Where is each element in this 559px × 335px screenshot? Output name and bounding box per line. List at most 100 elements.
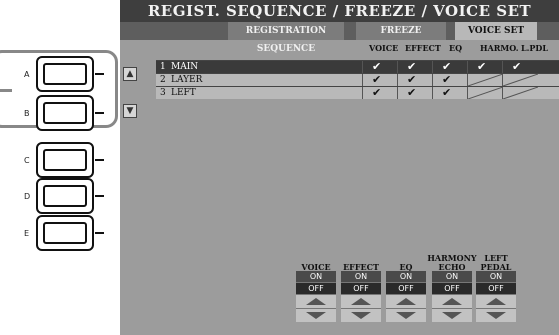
panel-button-letter: A: [24, 70, 30, 79]
triangle-down-icon: [442, 312, 462, 319]
tab-voice-set[interactable]: VOICE SET: [455, 22, 537, 40]
triangle-up-icon: [486, 298, 506, 305]
check-cell[interactable]: ✔: [397, 87, 432, 99]
row-name: LEFT: [171, 88, 196, 98]
triangle-up-icon: [396, 298, 416, 305]
check-cell[interactable]: ✔: [432, 74, 467, 86]
panel-button-letter: D: [24, 192, 31, 201]
row-number: 1: [160, 62, 166, 72]
off-option[interactable]: OFF: [296, 282, 336, 294]
list-row[interactable]: 3 LEFT ✔ ✔ ✔: [156, 86, 559, 99]
checkmark-icon: ✔: [442, 86, 452, 99]
check-cell[interactable]: ✔: [397, 61, 432, 73]
checkmark-icon: ✔: [407, 73, 417, 86]
off-option[interactable]: OFF: [386, 282, 426, 294]
off-option[interactable]: OFF: [432, 282, 472, 294]
checkmark-icon: ✔: [512, 60, 522, 73]
list-row[interactable]: 2 LAYER ✔ ✔ ✔: [156, 73, 559, 86]
checkmark-icon: ✔: [407, 60, 417, 73]
check-cell[interactable]: [502, 74, 538, 86]
increment-button[interactable]: [341, 294, 381, 308]
decrement-button[interactable]: [296, 308, 336, 322]
check-cell[interactable]: ✔: [467, 61, 502, 73]
checkmark-icon: ✔: [442, 73, 452, 86]
check-cell[interactable]: ✔: [362, 74, 397, 86]
triangle-up-icon: [351, 298, 371, 305]
triangle-down-icon: [396, 312, 416, 319]
panel-button-tick: [95, 195, 104, 197]
decrement-button[interactable]: [341, 308, 381, 322]
column-header-eq: EQ: [449, 43, 463, 53]
checkmark-icon: ✔: [407, 86, 417, 99]
list-row[interactable]: 1 MAIN ✔ ✔ ✔ ✔ ✔: [156, 60, 559, 73]
part-list: 1 MAIN ✔ ✔ ✔ ✔ ✔ 2 LAYER ✔ ✔ ✔ 3 LEFT ✔ ✔ ✔: [156, 60, 559, 99]
page-title: REGIST. SEQUENCE / FREEZE / VOICE SET: [120, 0, 559, 22]
cursor-up-button[interactable]: ▲: [123, 67, 137, 81]
checkmark-icon: ✔: [477, 60, 487, 73]
tab-freeze[interactable]: FREEZE: [356, 22, 446, 40]
decrement-button[interactable]: [386, 308, 426, 322]
decrement-button[interactable]: [476, 308, 516, 322]
control-label: LEFT PEDAL: [480, 253, 512, 272]
panel-button-letter: C: [24, 156, 30, 165]
triangle-up-icon: [306, 298, 326, 305]
increment-button[interactable]: [296, 294, 336, 308]
panel-button-letter: B: [24, 109, 30, 118]
triangle-up-icon: [442, 298, 462, 305]
check-cell[interactable]: ✔: [397, 74, 432, 86]
check-cell[interactable]: ✔: [502, 61, 537, 73]
row-number: 3: [160, 88, 166, 98]
panel-button-tick: [95, 73, 104, 75]
panel-button-c[interactable]: [36, 142, 104, 178]
check-cell[interactable]: [467, 87, 503, 99]
column-header-harmony: HARMO.: [480, 43, 519, 53]
row-name: LAYER: [171, 75, 203, 85]
checkmark-icon: ✔: [372, 86, 382, 99]
panel-button-b[interactable]: [36, 95, 104, 131]
check-cell[interactable]: ✔: [362, 87, 397, 99]
on-off-control[interactable]: ON OFF: [386, 271, 426, 322]
triangle-down-icon: [351, 312, 371, 319]
on-option[interactable]: ON: [341, 271, 381, 282]
on-option[interactable]: ON: [476, 271, 516, 282]
disabled-slash-icon: [503, 87, 538, 99]
panel-button-tick: [95, 159, 104, 161]
increment-button[interactable]: [432, 294, 472, 308]
panel-button-inner: [43, 149, 87, 171]
panel-button-d[interactable]: [36, 178, 104, 214]
decrement-button[interactable]: [432, 308, 472, 322]
panel-button-e[interactable]: [36, 215, 104, 251]
on-off-control[interactable]: ON OFF: [341, 271, 381, 322]
disabled-slash-icon: [468, 87, 503, 99]
check-cell[interactable]: ✔: [432, 61, 467, 73]
on-option[interactable]: ON: [432, 271, 472, 282]
check-cell[interactable]: ✔: [432, 87, 467, 99]
panel-button-inner: [43, 222, 87, 244]
panel-button-inner: [43, 102, 87, 124]
on-off-control[interactable]: ON OFF: [432, 271, 472, 322]
on-option[interactable]: ON: [296, 271, 336, 282]
checkmark-icon: ✔: [372, 73, 382, 86]
checkmark-icon: ✔: [372, 60, 382, 73]
tab-registration-sequence[interactable]: REGISTRATION SEQUENCE: [228, 22, 344, 54]
increment-button[interactable]: [476, 294, 516, 308]
on-off-control[interactable]: ON OFF: [476, 271, 516, 322]
checkmark-icon: ✔: [442, 60, 452, 73]
panel-button-a[interactable]: [36, 56, 104, 92]
panel-button-letter: E: [24, 229, 30, 238]
cursor-down-button[interactable]: ▼: [123, 104, 137, 118]
triangle-down-icon: [306, 312, 326, 319]
off-option[interactable]: OFF: [476, 282, 516, 294]
increment-button[interactable]: [386, 294, 426, 308]
on-off-control[interactable]: ON OFF: [296, 271, 336, 322]
panel-button-tick: [95, 232, 104, 234]
row-name: MAIN: [171, 62, 199, 72]
check-cell[interactable]: [502, 87, 538, 99]
check-cell[interactable]: [467, 74, 503, 86]
panel-button-inner: [43, 185, 87, 207]
off-option[interactable]: OFF: [341, 282, 381, 294]
panel-button-inner: [43, 63, 87, 85]
column-header-left-pedal: L.PDL: [521, 43, 548, 53]
on-option[interactable]: ON: [386, 271, 426, 282]
check-cell[interactable]: ✔: [362, 61, 397, 73]
